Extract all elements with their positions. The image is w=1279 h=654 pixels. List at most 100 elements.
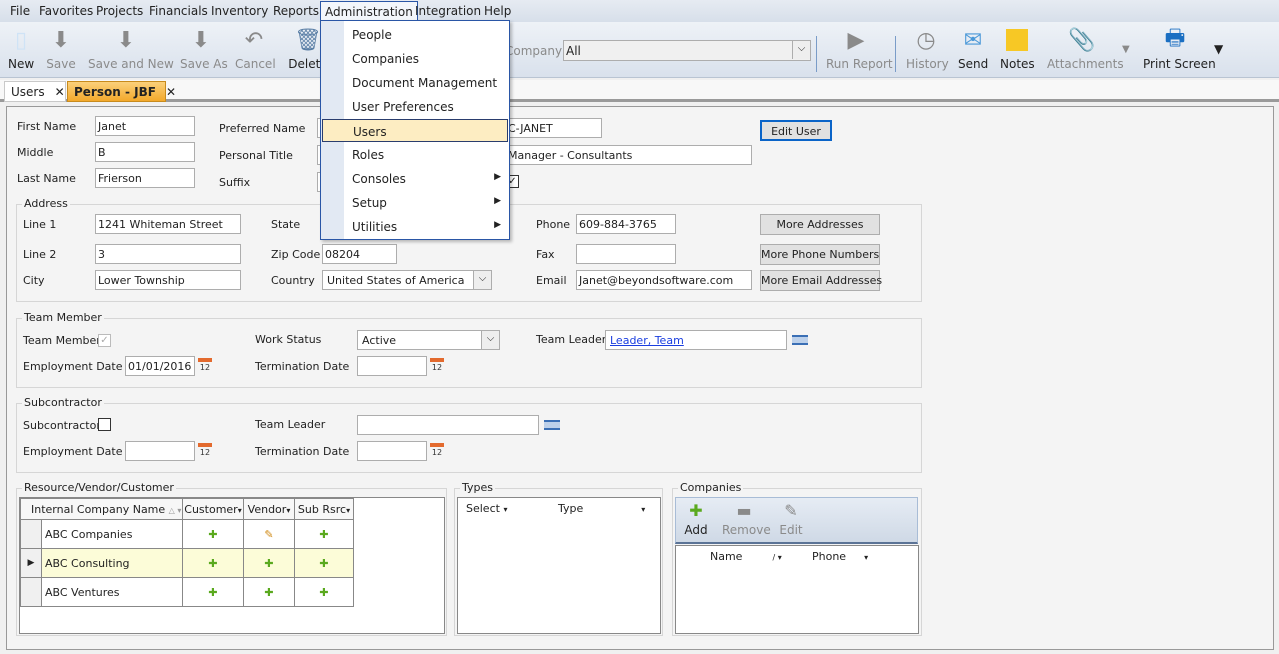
column-header-phone[interactable]: Phone ▾	[812, 550, 868, 563]
cancel-button[interactable]: ↶ Cancel	[235, 26, 276, 72]
column-header-customer[interactable]: Customer▾	[182, 498, 244, 520]
column-header-type[interactable]: Type ▾	[558, 502, 645, 515]
work-status-select[interactable]: Active	[357, 330, 500, 350]
table-row[interactable]: ▶ ABC Consulting ✚ ✚ ✚	[20, 548, 354, 578]
menu-reports[interactable]: Reports	[273, 4, 319, 18]
line2-input[interactable]: 3	[95, 244, 241, 264]
column-header-sub-rsrc[interactable]: Sub Rsrc▾	[294, 498, 354, 520]
table-row[interactable]: ABC Companies ✚ ✎ ✚	[20, 519, 354, 549]
pencil-icon[interactable]: ✎	[243, 519, 295, 549]
menu-inventory[interactable]: Inventory	[211, 4, 268, 18]
lookup-icon[interactable]	[544, 420, 560, 430]
first-name-label: First Name	[17, 120, 77, 133]
paperclip-icon: 📎	[1068, 27, 1096, 53]
column-header-name[interactable]: Name / ▾	[710, 550, 782, 563]
menu-item-consoles[interactable]: Consoles ▶	[322, 167, 508, 190]
termination-date-input[interactable]	[357, 356, 427, 376]
rvc-grid: Internal Company Name △ ▾ Customer▾ Vend…	[19, 497, 445, 634]
add-icon[interactable]: ✚	[182, 519, 244, 549]
calendar-icon[interactable]: 12	[430, 358, 444, 374]
company-select[interactable]: All	[563, 40, 811, 61]
last-name-input[interactable]: Frierson	[95, 168, 195, 188]
history-button[interactable]: ◷ History	[906, 26, 949, 72]
middle-input[interactable]: B	[95, 142, 195, 162]
lookup-icon[interactable]	[792, 335, 808, 345]
menu-item-roles[interactable]: Roles	[322, 143, 508, 166]
menu-administration[interactable]: Administration	[320, 1, 418, 22]
employment-date-input[interactable]: 01/01/2016	[125, 356, 195, 376]
middle-label: Middle	[17, 146, 54, 159]
column-header-vendor[interactable]: Vendor▾	[243, 498, 295, 520]
close-icon[interactable]: ✕	[55, 85, 65, 99]
add-icon[interactable]: ✚	[243, 577, 295, 607]
add-icon[interactable]: ✚	[182, 577, 244, 607]
menu-item-companies[interactable]: Companies	[322, 47, 508, 70]
column-header-select[interactable]: Select ▾	[466, 502, 507, 515]
add-icon[interactable]: ✚	[294, 519, 354, 549]
save-button[interactable]: ⬇ Save	[46, 26, 76, 72]
suffix-label: Suffix	[219, 176, 251, 189]
menu-item-document-management[interactable]: Document Management	[322, 71, 508, 94]
phone-label: Phone	[536, 218, 571, 231]
phone-input[interactable]: 609-884-3765	[576, 214, 676, 234]
send-button[interactable]: ✉ Send	[958, 26, 988, 72]
menu-item-users[interactable]: Users	[322, 119, 508, 142]
menu-favorites[interactable]: Favorites	[39, 4, 93, 18]
menu-file[interactable]: File	[10, 4, 30, 18]
more-email-addresses-button[interactable]: More Email Addresses	[760, 270, 882, 291]
calendar-icon[interactable]: 12	[430, 443, 444, 459]
tab-person-jbf[interactable]: Person - JBF ✕	[67, 81, 176, 102]
menu-item-user-preferences[interactable]: User Preferences	[322, 95, 508, 118]
table-row[interactable]: ABC Ventures ✚ ✚ ✚	[20, 577, 354, 607]
sub-termination-date-input[interactable]	[357, 441, 427, 461]
more-addresses-button[interactable]: More Addresses	[760, 214, 880, 235]
city-input[interactable]: Lower Township	[95, 270, 241, 290]
sub-team-leader-input[interactable]	[357, 415, 539, 435]
menu-integration[interactable]: Integration	[415, 4, 481, 18]
menu-projects[interactable]: Projects	[96, 4, 143, 18]
printer-icon: 🖶	[1164, 26, 1186, 51]
column-header-internal-company-name[interactable]: Internal Company Name △ ▾	[20, 498, 183, 520]
add-icon[interactable]: ✚	[182, 548, 244, 578]
more-phone-numbers-button[interactable]: More Phone Numbers	[760, 244, 880, 265]
save-as-button[interactable]: ⬇ Save As	[180, 26, 228, 72]
team-leader-link[interactable]: Leader, Team	[605, 330, 787, 350]
subcontractor-checkbox[interactable]	[98, 418, 111, 431]
run-report-button[interactable]: ▶ Run Report	[826, 26, 893, 72]
close-icon[interactable]: ✕	[166, 85, 176, 99]
add-company-button[interactable]: ✚ Add	[682, 500, 710, 538]
team-member-checkbox[interactable]: ✓	[98, 334, 111, 347]
calendar-icon[interactable]: 12	[198, 443, 212, 459]
clock-icon: ◷	[916, 27, 936, 53]
remove-company-button[interactable]: ▬ Remove	[722, 500, 771, 538]
add-icon[interactable]: ✚	[243, 548, 295, 578]
sub-employment-date-input[interactable]	[125, 441, 195, 461]
line1-input[interactable]: 1241 Whiteman Street	[95, 214, 241, 234]
menu-help[interactable]: Help	[484, 4, 511, 18]
save-and-new-button[interactable]: ⬇ Save and New	[88, 26, 174, 72]
menu-item-utilities[interactable]: Utilities ▶	[322, 215, 508, 238]
edit-user-button[interactable]: Edit User	[760, 120, 832, 141]
add-icon[interactable]: ✚	[294, 577, 354, 607]
calendar-icon[interactable]: 12	[198, 358, 212, 374]
first-name-input[interactable]: Janet	[95, 116, 195, 136]
team-leader-label: Team Leader	[536, 333, 607, 346]
menu-item-setup[interactable]: Setup ▶	[322, 191, 508, 214]
country-select[interactable]: United States of America	[322, 270, 492, 290]
attachments-dropdown-icon[interactable]: ▼	[1122, 44, 1130, 55]
attachments-button[interactable]: 📎 Attachments	[1047, 26, 1124, 72]
sub-termination-date-label: Termination Date	[255, 445, 350, 458]
print-screen-button[interactable]: 🖶 Print Screen	[1143, 26, 1216, 71]
add-icon[interactable]: ✚	[294, 548, 354, 578]
email-input[interactable]: Janet@beyondsoftware.com	[576, 270, 752, 290]
zip-input[interactable]: 08204	[322, 244, 397, 264]
new-button[interactable]: ▯ New	[8, 26, 34, 72]
print-dropdown-icon[interactable]: ▼	[1214, 42, 1223, 56]
menu-financials[interactable]: Financials	[149, 4, 208, 18]
notes-button[interactable]: Notes	[1000, 26, 1035, 71]
fax-input[interactable]	[576, 244, 676, 264]
menu-item-people[interactable]: People	[322, 23, 508, 46]
edit-company-button[interactable]: ✎ Edit	[778, 500, 804, 538]
tab-bar: Users ✕ Person - JBF ✕	[0, 80, 1279, 102]
tab-users[interactable]: Users ✕	[4, 81, 66, 102]
